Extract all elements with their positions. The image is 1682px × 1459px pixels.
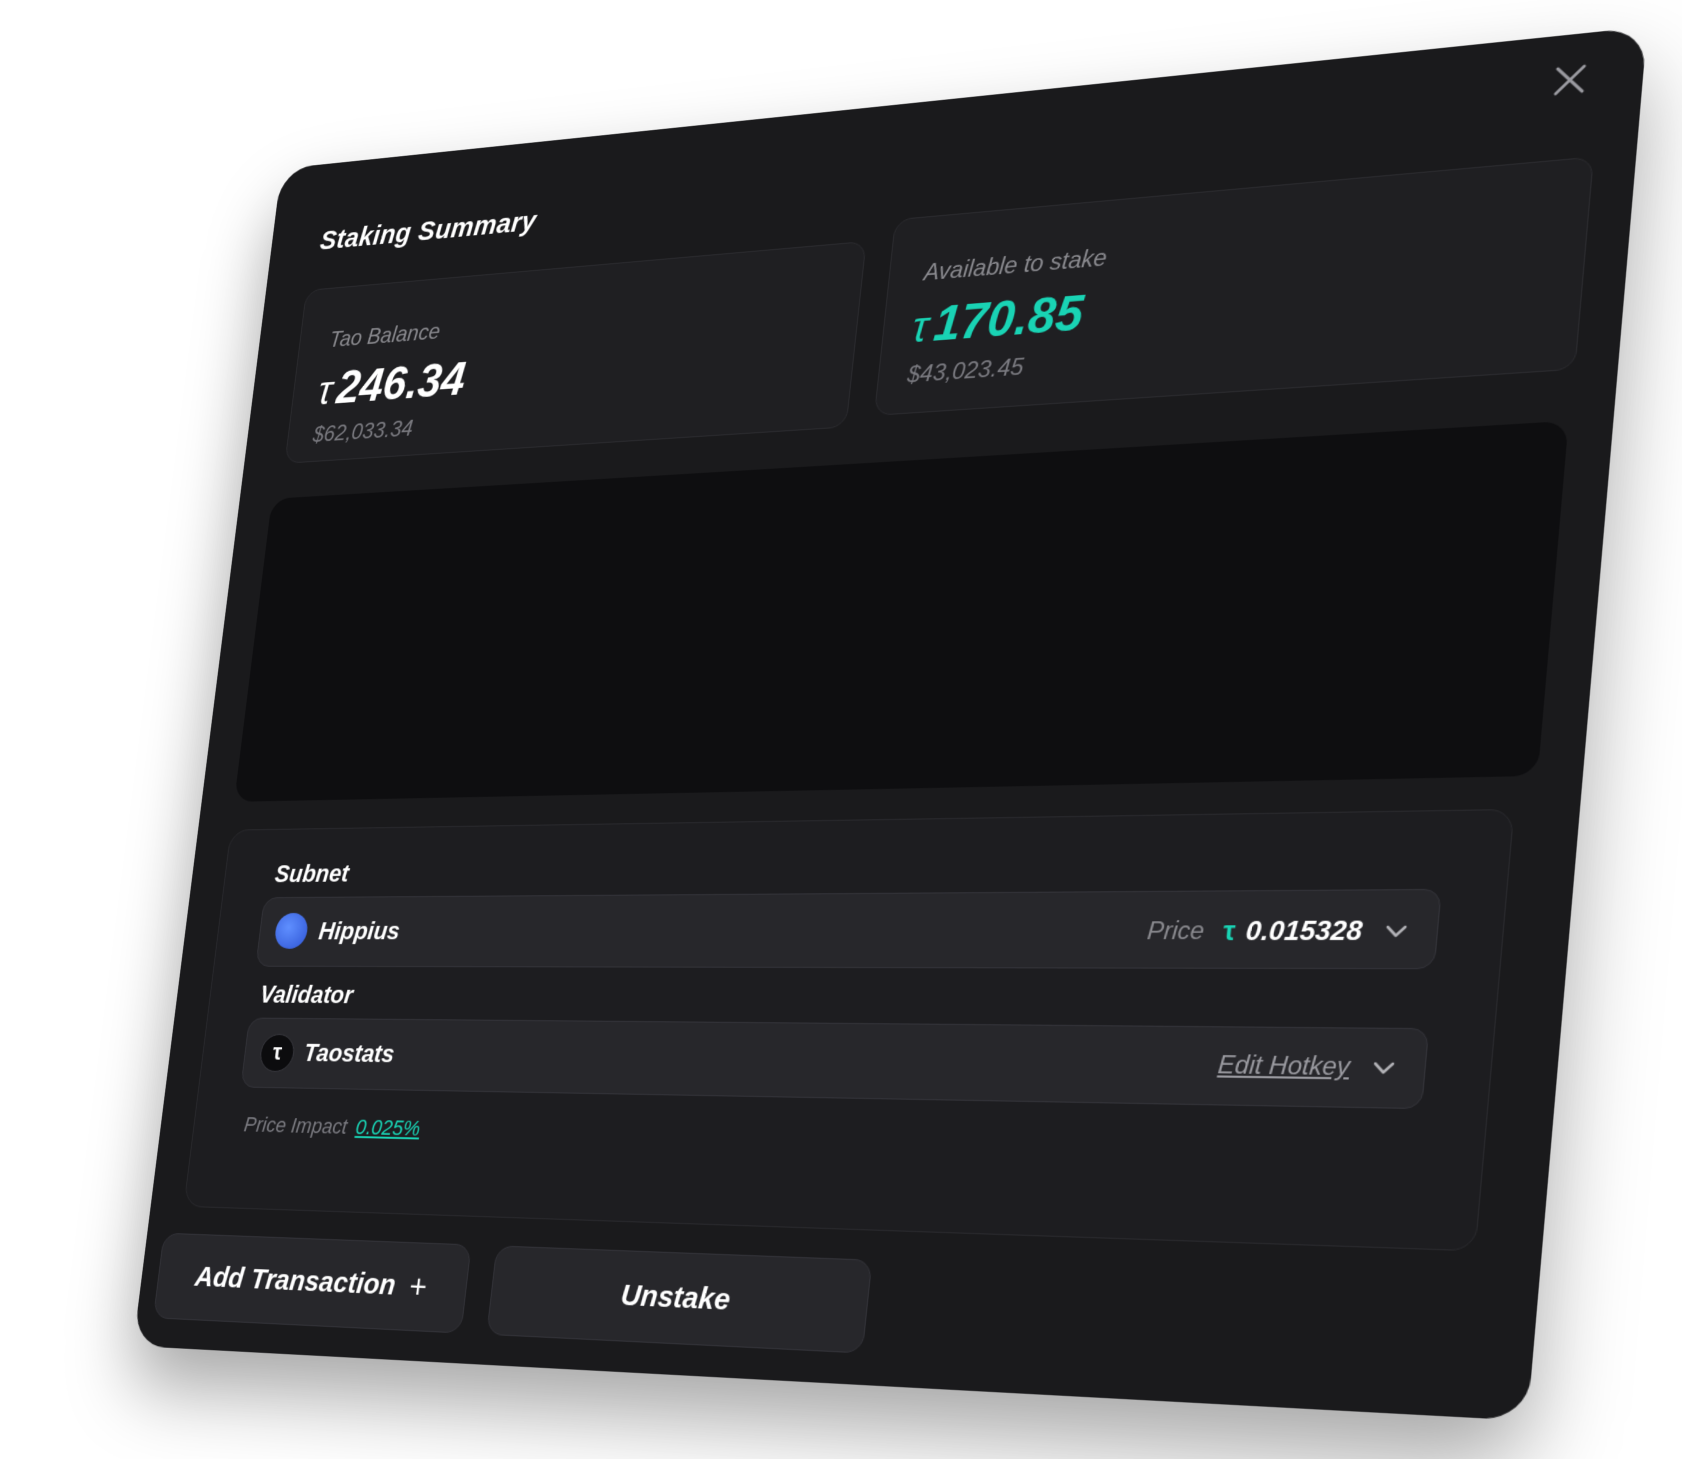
edit-hotkey-link[interactable]: Edit Hotkey — [1217, 1051, 1351, 1083]
chevron-down-icon[interactable] — [1381, 917, 1412, 945]
price-value: 0.015328 — [1244, 914, 1364, 947]
close-icon[interactable] — [1546, 57, 1594, 103]
tao-balance-card: Tao Balance τ 246.34 $62,033.34 — [284, 240, 867, 464]
stake-form: Subnet Hippius Price τ 0.015328 Validato… — [183, 808, 1515, 1252]
available-label: Available to stake — [922, 244, 1109, 287]
add-transaction-label: Add Transaction — [193, 1260, 398, 1302]
validator-label: Validator — [258, 979, 355, 1009]
hippius-logo-icon — [273, 912, 310, 949]
validator-actions: Edit Hotkey — [1217, 1051, 1400, 1084]
staking-summary-panel: Staking Summary Tao Balance τ 246.34 $62… — [133, 26, 1648, 1421]
subnet-price-group: Price τ 0.015328 — [1146, 914, 1412, 948]
unstake-label: Unstake — [618, 1278, 732, 1317]
plus-icon: + — [407, 1267, 430, 1306]
subnet-name: Hippius — [317, 916, 402, 946]
tao-balance-value: τ 246.34 — [316, 352, 469, 416]
tao-symbol-icon: τ — [1221, 914, 1237, 947]
unstake-button[interactable]: Unstake — [486, 1245, 873, 1354]
tao-balance-usd: $62,033.34 — [311, 415, 415, 448]
available-usd: $43,023.45 — [906, 353, 1025, 389]
price-impact-row: Price Impact 0.025% — [243, 1112, 422, 1141]
available-amount: 170.85 — [931, 284, 1087, 352]
available-value: τ 170.85 — [910, 284, 1087, 354]
available-to-stake-card: Available to stake τ 170.85 $43,023.45 — [873, 156, 1594, 416]
subnet-selector[interactable]: Hippius Price τ 0.015328 — [255, 888, 1442, 970]
tao-symbol-icon: τ — [315, 368, 335, 414]
validator-selector[interactable]: τ Taostats Edit Hotkey — [240, 1017, 1430, 1110]
tao-balance-label: Tao Balance — [328, 319, 442, 353]
price-label: Price — [1145, 916, 1206, 945]
price-impact-value[interactable]: 0.025% — [354, 1115, 421, 1141]
price-impact-label: Price Impact — [242, 1112, 349, 1139]
validator-name: Taostats — [302, 1038, 397, 1069]
tao-balance-amount: 246.34 — [334, 352, 469, 414]
taostats-logo-icon: τ — [258, 1033, 297, 1073]
subnet-label: Subnet — [273, 858, 351, 888]
chevron-down-icon[interactable] — [1368, 1054, 1399, 1083]
tao-symbol-icon: τ — [909, 303, 931, 353]
chart-placeholder — [234, 420, 1569, 802]
add-transaction-button[interactable]: Add Transaction + — [152, 1232, 472, 1334]
page-title: Staking Summary — [318, 205, 538, 257]
